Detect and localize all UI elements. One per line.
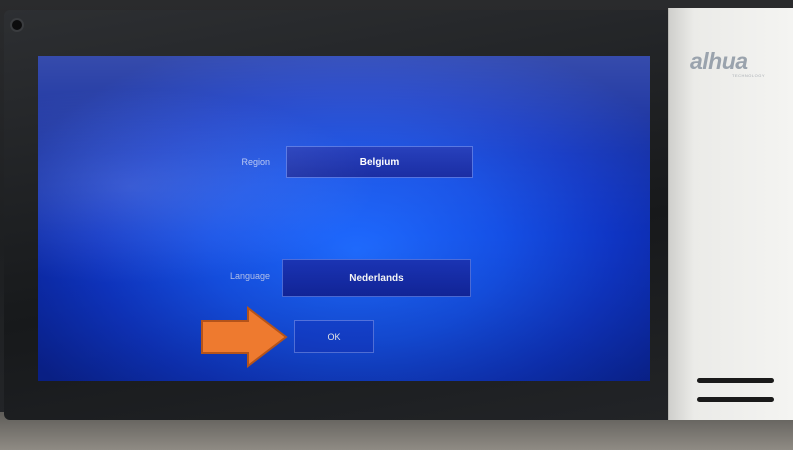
right-arrow-icon [201, 306, 288, 368]
touch-screen: Region Belgium Language Nederlands OK [38, 56, 650, 381]
region-label: Region [241, 157, 270, 167]
region-select[interactable]: Belgium [286, 146, 473, 178]
language-select[interactable]: Nederlands [282, 259, 471, 297]
brand-logo: alhua [690, 48, 748, 74]
ok-button[interactable]: OK [294, 320, 374, 353]
intercom-device: alhua TECHNOLOGY Region Belgium Language… [0, 0, 793, 450]
speaker-grille-line [697, 378, 774, 383]
language-label: Language [229, 271, 270, 281]
brand-subtitle: TECHNOLOGY [732, 73, 766, 78]
speaker-grille-line [697, 397, 774, 402]
camera-lens [12, 20, 22, 30]
